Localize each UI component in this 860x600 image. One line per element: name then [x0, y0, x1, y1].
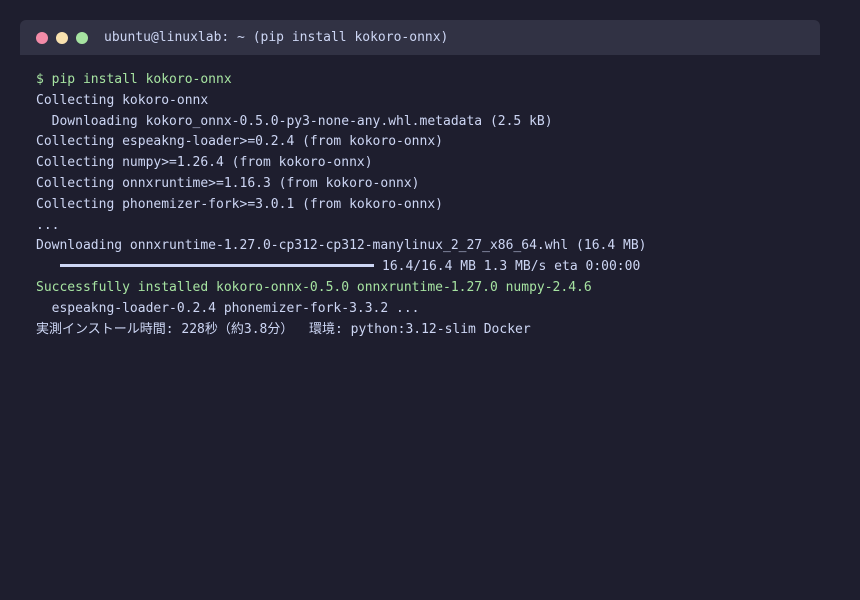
command-line: $ pip install kokoro-onnx [36, 72, 232, 87]
output-line: Collecting kokoro-onnx [36, 92, 209, 108]
progress-line: 16.4/16.4 MB 1.3 MB/s eta 0:00:00 [36, 257, 804, 278]
maximize-window-button[interactable] [76, 31, 88, 44]
output-line: Downloading kokoro_onnx-0.5.0-py3-none-a… [36, 113, 553, 129]
title-bar: ubuntu@linuxlab: ~ (pip install kokoro-o… [20, 20, 820, 55]
output-line: Collecting phonemizer-fork>=3.0.1 (from … [36, 196, 443, 212]
output-line: Collecting numpy>=1.26.4 (from kokoro-on… [36, 155, 373, 171]
success-line: Successfully installed kokoro-onnx-0.5.0… [36, 279, 592, 295]
download-line: Downloading onnxruntime-1.27.0-cp312-cp3… [36, 238, 647, 254]
close-window-button[interactable] [36, 31, 48, 44]
ellipsis-line: ... [36, 217, 60, 233]
install-time-note: 実測インストール時間: 228秒（約3.8分） 環境: python:3.12-… [36, 321, 531, 337]
progress-status: 16.4/16.4 MB 1.3 MB/s eta 0:00:00 [382, 259, 641, 275]
terminal-window: ubuntu@linuxlab: ~ (pip install kokoro-o… [20, 20, 820, 600]
window-title: ubuntu@linuxlab: ~ (pip install kokoro-o… [104, 30, 449, 45]
installed-packages-line: espeakng-loader-0.2.4 phonemizer-fork-3.… [36, 300, 420, 316]
output-line: Collecting espeakng-loader>=0.2.4 (from … [36, 134, 443, 150]
minimize-window-button[interactable] [56, 31, 68, 44]
download-progress-bar [60, 264, 374, 268]
terminal-output[interactable]: $ pip install kokoro-onnx Collecting kok… [20, 55, 820, 340]
output-line: Collecting onnxruntime>=1.16.3 (from kok… [36, 175, 420, 191]
